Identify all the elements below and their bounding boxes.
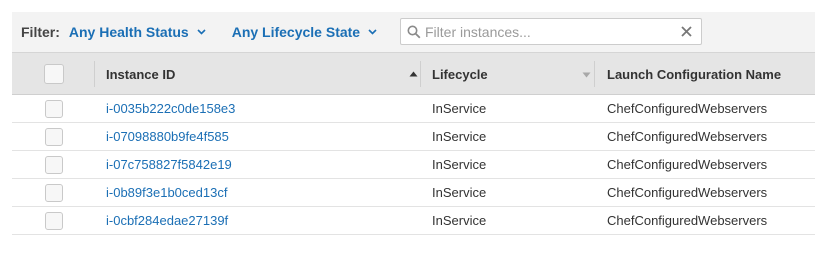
row-checkbox[interactable] <box>45 156 63 174</box>
search-icon <box>407 25 421 39</box>
table-row[interactable]: i-07098880b9fe4f585 InService ChefConfig… <box>12 123 815 151</box>
filter-instances-input[interactable] <box>425 23 665 40</box>
select-all-checkbox[interactable] <box>44 64 64 84</box>
lifecycle-cell: InService <box>432 185 487 200</box>
lifecycle-cell: InService <box>432 101 487 116</box>
instances-panel: Filter: Any Health Status Any Lifecycle … <box>0 0 815 265</box>
chevron-down-icon <box>368 29 377 35</box>
launch-config-cell: ChefConfiguredWebservers <box>607 101 768 116</box>
column-divider <box>420 61 421 87</box>
launch-config-cell: ChefConfiguredWebservers <box>607 185 768 200</box>
column-header-lifecycle[interactable]: Lifecycle <box>432 53 488 95</box>
sort-ascending-icon[interactable] <box>409 71 418 77</box>
table-body: i-0035b222c0de158e3 InService ChefConfig… <box>12 95 815 235</box>
instance-id-link[interactable]: i-07c758827f5842e19 <box>106 151 232 178</box>
instances-table: Instance ID Lifecycle Launch Configurati… <box>12 52 815 235</box>
search-box <box>400 18 702 45</box>
close-icon[interactable] <box>680 25 693 38</box>
health-status-value: Any Health Status <box>68 24 189 40</box>
column-header-launch-configuration[interactable]: Launch Configuration Name <box>607 53 781 95</box>
column-divider <box>94 61 95 87</box>
table-header: Instance ID Lifecycle Launch Configurati… <box>12 52 815 95</box>
chevron-down-icon <box>197 29 206 35</box>
lifecycle-state-value: Any Lifecycle State <box>231 24 361 40</box>
table-row[interactable]: i-0035b222c0de158e3 InService ChefConfig… <box>12 95 815 123</box>
table-row[interactable]: i-0b89f3e1b0ced13cf InService ChefConfig… <box>12 179 815 207</box>
filter-label: Filter: <box>21 24 60 40</box>
row-checkbox[interactable] <box>45 184 63 202</box>
instance-id-link[interactable]: i-0cbf284edae27139f <box>106 207 228 234</box>
lifecycle-cell: InService <box>432 157 487 172</box>
lifecycle-cell: InService <box>432 129 487 144</box>
launch-config-cell: ChefConfiguredWebservers <box>607 213 768 228</box>
row-checkbox[interactable] <box>45 100 63 118</box>
lifecycle-cell: InService <box>432 213 487 228</box>
filter-bar: Filter: Any Health Status Any Lifecycle … <box>12 12 815 52</box>
table-row[interactable]: i-07c758827f5842e19 InService ChefConfig… <box>12 151 815 179</box>
instance-id-link[interactable]: i-07098880b9fe4f585 <box>106 123 229 150</box>
launch-config-cell: ChefConfiguredWebservers <box>607 129 768 144</box>
instance-id-link[interactable]: i-0b89f3e1b0ced13cf <box>106 179 227 206</box>
row-checkbox[interactable] <box>45 128 63 146</box>
launch-config-cell: ChefConfiguredWebservers <box>607 157 768 172</box>
sort-descending-icon[interactable] <box>582 72 591 78</box>
instance-id-link[interactable]: i-0035b222c0de158e3 <box>106 95 235 122</box>
column-header-instance-id[interactable]: Instance ID <box>106 53 175 95</box>
lifecycle-state-dropdown[interactable]: Any Lifecycle State <box>232 24 377 40</box>
column-divider <box>594 61 595 87</box>
row-checkbox[interactable] <box>45 212 63 230</box>
table-row[interactable]: i-0cbf284edae27139f InService ChefConfig… <box>12 207 815 235</box>
health-status-dropdown[interactable]: Any Health Status <box>69 24 206 40</box>
